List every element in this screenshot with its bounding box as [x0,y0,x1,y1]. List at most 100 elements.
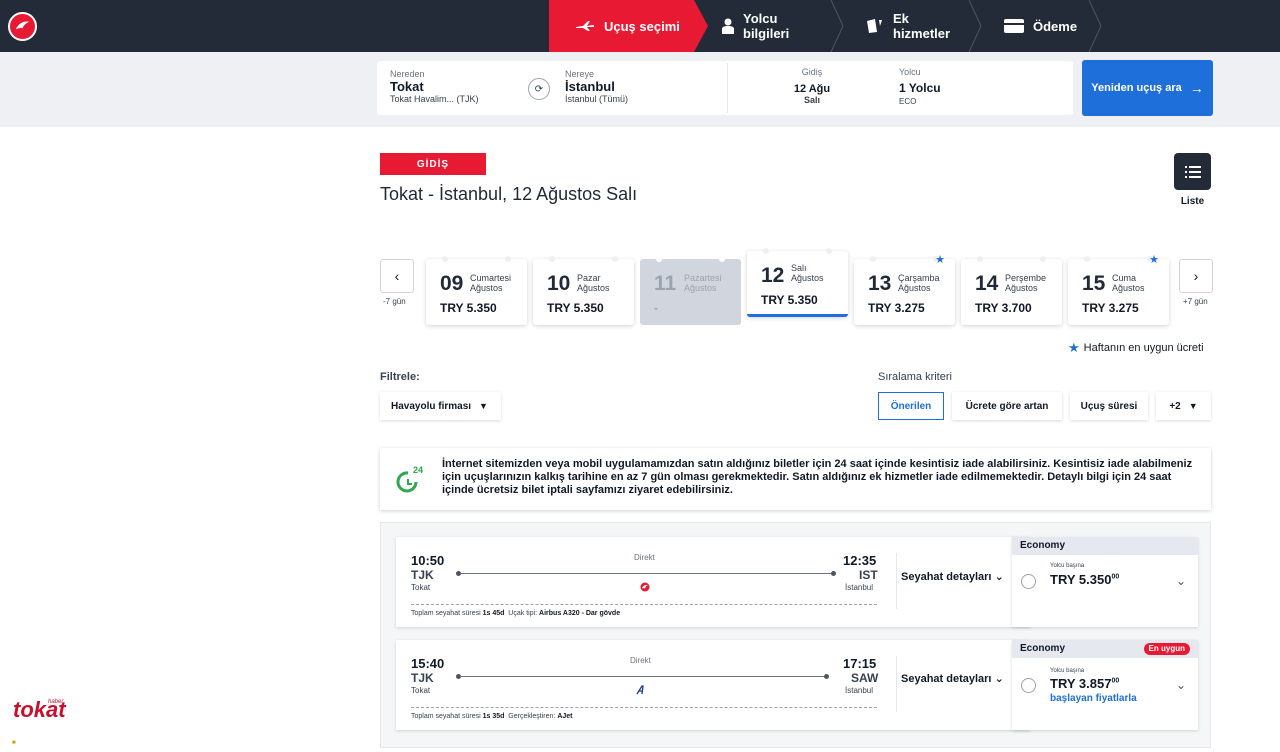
research-label: Yeniden uçuş ara [1091,82,1182,94]
sort-price-asc[interactable]: Ücrete göre artan [952,392,1062,420]
day-price: TRY 3.275 [868,301,925,315]
date-card-disabled: 11 Pazartesi Ağustos - [640,256,741,325]
sort-more-dropdown[interactable]: +2 ▼ [1156,392,1211,420]
prev-week-button[interactable]: ‹ [380,259,414,293]
fare-option[interactable]: Economy En uygun Yolcu başına TRY 3.8570… [1012,640,1198,730]
bird-icon [15,21,30,30]
step-label: Yolcu bilgileri [743,11,790,41]
passenger-field[interactable]: Yolcu 1 Yolcu ECO [899,67,941,121]
date-day: Salı [803,95,820,105]
list-view-button[interactable] [1174,153,1211,190]
date-label: Gidiş [801,67,823,77]
per-passenger-label: Yolcu başına [1050,668,1085,674]
divider [896,656,897,712]
legend-label: Haftanın en uygun ücreti [1083,342,1204,354]
day-number: 12 [761,264,785,287]
flight-meta: Toplam seyahat süresi 1s 45d Uçak tipi: … [411,610,621,617]
day-number: 11 [654,272,677,295]
day-name: Çarşamba Ağustos [898,273,940,293]
step-label: Ödeme [1033,18,1078,34]
date-card[interactable]: ★ 15 Cuma Ağustos TRY 3.275 [1068,254,1169,325]
arrival-city: İstanbul [845,583,874,592]
watermark-sub: haber [48,699,64,705]
next-week-button[interactable]: › [1179,259,1213,293]
from-field[interactable]: Nereden Tokat Tokat Havalim... (TJK) [390,69,479,123]
to-field[interactable]: Nereye İstanbul İstanbul (Tümü) [565,69,628,123]
route-dot [831,571,836,576]
dashed-divider [411,604,877,605]
flight-meta: Toplam seyahat süresi 1s 35d Gerçekleşti… [411,713,573,720]
date-card[interactable]: 09 Cumartesi Ağustos TRY 5.350 [426,256,527,325]
cheapest-badge: En uygun [1143,643,1190,655]
extras-icon [866,18,884,34]
departure-city: Tokat [411,583,431,592]
divider [727,63,728,113]
caret-down-icon: ▼ [479,401,488,411]
date-card[interactable]: 14 Perşembe Ağustos TRY 3.700 [961,256,1062,325]
airline-logo[interactable] [8,12,37,41]
step-payment[interactable]: Ödeme [976,0,1102,52]
fare-from-label: başlayan fiyatlarla [1050,693,1137,704]
arrival-city: İstanbul [845,686,874,695]
day-number: 10 [547,272,571,295]
departure-time: 15:40 [411,656,445,671]
date-value: 12 Ağu [793,83,831,95]
day-price: TRY 5.350 [547,301,604,315]
fare-radio[interactable] [1021,574,1036,589]
cheapest-legend: ★ Haftanın en uygun ücreti [1068,340,1204,356]
departure-code: TJK [411,671,434,685]
chevron-down-icon: ⌄ [994,673,1004,685]
flight-type: Direkt [634,553,655,562]
day-price: TRY 5.350 [761,293,818,307]
route-line [460,676,826,677]
chevron-left-icon: ‹ [394,268,400,284]
sort-label: Sıralama kriteri [878,371,952,383]
watermark-dot: ■ [12,740,16,746]
svg-text:24: 24 [413,465,423,475]
date-card[interactable]: 10 Pazar Ağustos TRY 5.350 [533,256,634,325]
flight-type: Direkt [630,656,651,665]
swap-icon: ⟳ [534,83,544,95]
top-bar: Uçuş seçimi Yolcu bilgileri Ek hizmetler… [0,0,1280,52]
day-price: TRY 3.275 [1082,301,1139,315]
direction-badge: GİDİŞ [380,153,486,175]
to-city: İstanbul [565,79,615,94]
step-extra-services[interactable]: Ek hizmetler [838,0,982,52]
fare-radio[interactable] [1021,678,1036,693]
fare-price: TRY 5.35000 [1050,572,1120,587]
arrival-code: SAW [851,671,879,685]
date-card-selected[interactable]: 12 Salı Ağustos TRY 5.350 [747,248,848,317]
airline-filter-dropdown[interactable]: Havayolu firması ▼ [380,392,501,420]
passenger-value: 1 Yolcu [899,81,941,95]
from-airport: Tokat Havalim... (TJK) [390,94,479,104]
sort-recommended[interactable]: Önerilen [878,392,944,420]
arrival-code: IST [859,568,878,582]
swap-button[interactable]: ⟳ [528,78,550,100]
day-number: 15 [1082,272,1106,295]
list-label: Liste [1180,196,1205,207]
person-icon [722,18,734,34]
fare-price: TRY 3.85700 [1050,676,1120,691]
date-field[interactable]: Gidiş 12 Ağu Salı [767,67,857,121]
travel-details-toggle[interactable]: Seyahat detayları ⌄ [901,672,1004,685]
travel-details-toggle[interactable]: Seyahat detayları ⌄ [901,570,1004,583]
plane-icon [575,20,595,32]
date-card[interactable]: ★ 13 Çarşamba Ağustos TRY 3.275 [854,254,955,325]
cabin-value: ECO [899,97,917,106]
step-flight-selection[interactable]: Uçuş seçimi [549,0,708,52]
more-label: +2 [1169,400,1181,412]
search-summary [377,61,1073,115]
fare-option[interactable]: Economy Yolcu başına TRY 5.35000 ⌄ [1012,537,1198,627]
step-passenger-info[interactable]: Yolcu bilgileri [694,0,844,52]
step-label: Ek hizmetler [893,11,951,41]
day-number: 14 [975,272,999,295]
research-flights-button[interactable]: Yeniden uçuş ara → [1082,60,1213,116]
chevron-down-icon[interactable]: ⌄ [1176,678,1186,692]
caret-down-icon: ▼ [1188,401,1198,411]
day-price: TRY 5.350 [440,301,497,315]
star-icon: ★ [1149,254,1159,266]
sort-duration[interactable]: Uçuş süresi [1070,392,1148,420]
chevron-down-icon[interactable]: ⌄ [1176,574,1186,588]
day-name: Salı Ağustos [791,263,824,283]
departure-code: TJK [411,568,434,582]
